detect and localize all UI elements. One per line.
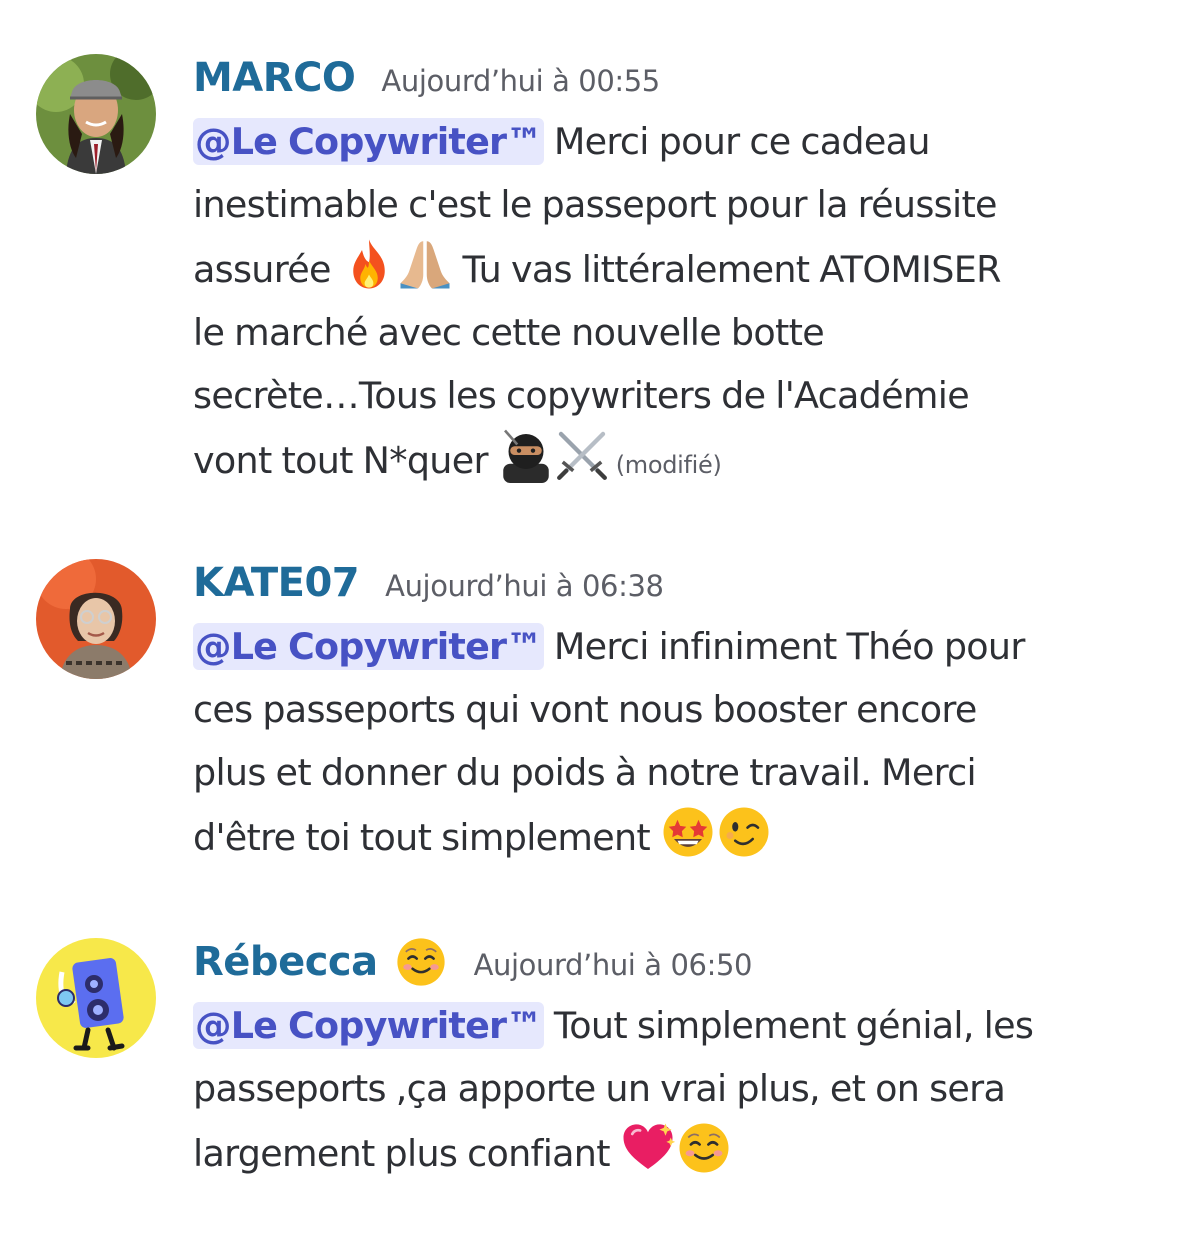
user-mention[interactable]: @Le Copywriter™ <box>193 118 544 165</box>
sparkling-heart-emoji <box>620 1120 676 1176</box>
message-text: Merci pour ce cadeau <box>543 120 931 163</box>
timestamp[interactable]: Aujourd’hui à 06:50 <box>474 942 753 982</box>
message-text: Tout simplement génial, les <box>543 1004 1034 1047</box>
avatar[interactable] <box>36 54 156 174</box>
message-header: KATE07 Aujourd’hui à 06:38 <box>193 551 1153 615</box>
message-body: @Le Copywriter™ Merci infiniment Théo po… <box>193 615 1153 869</box>
star-struck-emoji <box>660 804 716 860</box>
message-text: inestimable c'est le passeport pour la r… <box>193 183 998 226</box>
message-header: MARCO Aujourd’hui à 00:55 <box>193 46 1153 110</box>
message-text: le marché avec cette nouvelle botte <box>193 311 825 354</box>
user-mention[interactable]: @Le Copywriter™ <box>193 623 544 670</box>
ninja-emoji <box>498 427 554 483</box>
message-text: largement plus confiant <box>193 1132 620 1175</box>
smiling-face-emoji <box>676 1120 732 1176</box>
fire-emoji <box>341 236 397 292</box>
message-text: plus et donner du poids à notre travail.… <box>193 751 977 794</box>
username[interactable]: Rébecca <box>193 939 378 985</box>
edited-label: (modifié) <box>615 451 722 479</box>
message-text: Merci infiniment Théo pour <box>543 625 1026 668</box>
username[interactable]: KATE07 <box>193 560 360 606</box>
message-text: ces passeports qui vont nous booster enc… <box>193 688 977 731</box>
timestamp[interactable]: Aujourd’hui à 06:38 <box>385 563 664 603</box>
message-body: @Le Copywriter™ Merci pour ce cadeau ine… <box>193 110 1153 497</box>
timestamp[interactable]: Aujourd’hui à 00:55 <box>381 58 660 98</box>
smiling-face-emoji <box>394 935 448 989</box>
message-text: Tu vas littéralement ATOMISER <box>452 248 1002 291</box>
praying-hands-emoji <box>397 236 453 292</box>
message-text: assurée <box>193 248 341 291</box>
winking-face-emoji <box>716 804 772 860</box>
username[interactable]: MARCO <box>193 55 356 101</box>
message-text: vont tout N*quer <box>193 439 498 482</box>
crossed-swords-emoji <box>554 427 610 483</box>
message-text: d'être toi tout simplement <box>193 816 660 859</box>
avatar[interactable] <box>36 938 156 1058</box>
message-body: @Le Copywriter™ Tout simplement génial, … <box>193 994 1153 1185</box>
message-text: passeports ,ça apporte un vrai plus, et … <box>193 1067 1006 1110</box>
user-mention[interactable]: @Le Copywriter™ <box>193 1002 544 1049</box>
message-header: Rébecca Aujourd’hui à 06:50 <box>193 930 1153 994</box>
message-text: secrète…Tous les copywriters de l'Académ… <box>193 374 970 417</box>
avatar[interactable] <box>36 559 156 679</box>
